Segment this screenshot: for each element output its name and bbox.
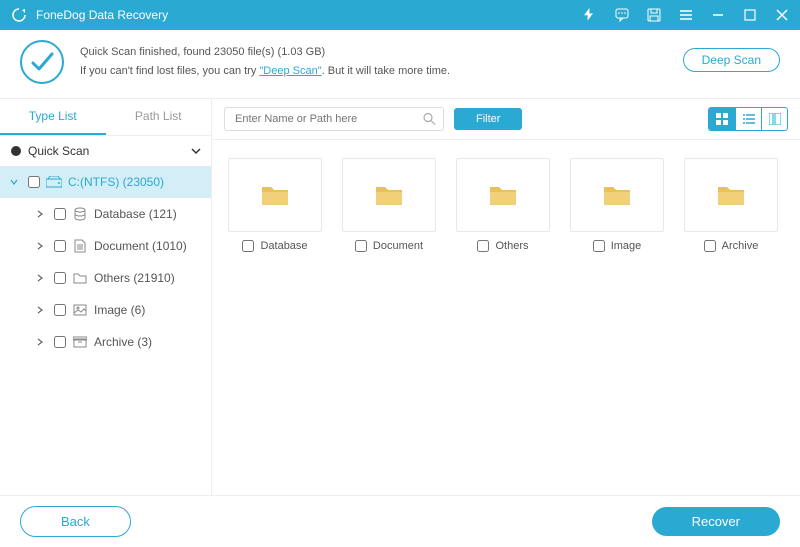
tree-item-checkbox[interactable] [54,240,66,252]
tree-item-label: Others (21910) [94,271,175,285]
folder-icon [684,158,778,232]
folder-item-image[interactable]: Image [570,158,664,252]
folder-checkbox[interactable] [242,240,254,252]
chevron-right-icon [36,338,48,346]
content-toolbar: Filter [212,99,800,140]
titlebar: FoneDog Data Recovery [0,0,800,30]
filter-button[interactable]: Filter [454,108,522,130]
maximize-button[interactable] [742,7,758,23]
view-grid-button[interactable] [709,108,735,130]
folder-item-document[interactable]: Document [342,158,436,252]
tree-root-quick-scan[interactable]: Quick Scan [0,136,211,166]
bullet-icon [10,145,22,157]
folder-checkbox[interactable] [593,240,605,252]
database-icon [72,206,88,222]
tree-item-label: Database (121) [94,207,177,221]
menu-icon[interactable] [678,7,694,23]
tree-item-checkbox[interactable] [54,208,66,220]
footer: Back Recover [0,495,800,547]
tree-item-database[interactable]: Database (121) [0,198,211,230]
chevron-right-icon [36,306,48,314]
search-icon [423,113,436,126]
tree-item-image[interactable]: Image (6) [0,294,211,326]
folder-item-others[interactable]: Others [456,158,550,252]
tree-item-checkbox[interactable] [54,336,66,348]
minimize-button[interactable] [710,7,726,23]
app-logo-icon [10,6,28,24]
chevron-right-icon [36,210,48,218]
tree-item-archive[interactable]: Archive (3) [0,326,211,358]
app-title: FoneDog Data Recovery [36,8,582,22]
folder-icon [570,158,664,232]
tree-item-checkbox[interactable] [54,272,66,284]
folder-item-archive[interactable]: Archive [684,158,778,252]
image-icon [72,302,88,318]
chevron-right-icon [36,242,48,250]
drive-icon [46,174,62,190]
scan-hint-line: If you can't find lost files, you can tr… [80,62,450,81]
tab-path-list[interactable]: Path List [106,99,212,135]
deep-scan-link[interactable]: "Deep Scan" [259,65,321,77]
view-list-button[interactable] [735,108,761,130]
folder-icon [456,158,550,232]
document-icon [72,238,88,254]
search-input[interactable] [224,107,444,131]
tree-item-label: Archive (3) [94,335,152,349]
folder-checkbox[interactable] [477,240,489,252]
view-mode-toggle [708,107,788,131]
chevron-right-icon [36,274,48,282]
folder-item-database[interactable]: Database [228,158,322,252]
tree-drive-c[interactable]: C:(NTFS) (23050) [0,166,211,198]
feedback-icon[interactable] [614,7,630,23]
share-icon[interactable] [582,7,598,23]
scan-summary-line: Quick Scan finished, found 23050 file(s)… [80,43,450,62]
chevron-down-icon [191,146,201,156]
tree-item-document[interactable]: Document (1010) [0,230,211,262]
back-button[interactable]: Back [20,506,131,537]
save-icon[interactable] [646,7,662,23]
scan-complete-icon [20,40,64,84]
folder-label: Database [260,240,307,252]
scan-status-banner: Quick Scan finished, found 23050 file(s)… [0,30,800,99]
tree-root-label: Quick Scan [28,144,89,158]
folder-grid: Database Document Others Image Archive [212,140,800,270]
drive-label: C:(NTFS) (23050) [68,175,164,189]
folder-label: Archive [722,240,759,252]
folder-icon [228,158,322,232]
recover-button[interactable]: Recover [652,507,780,536]
folder-checkbox[interactable] [355,240,367,252]
view-detail-button[interactable] [761,108,787,130]
drive-checkbox[interactable] [28,176,40,188]
folder-label: Image [611,240,642,252]
tree-item-label: Document (1010) [94,239,187,253]
tree-item-others[interactable]: Others (21910) [0,262,211,294]
deep-scan-button[interactable]: Deep Scan [683,48,780,72]
folder-icon [72,270,88,286]
chevron-down-icon [10,178,22,186]
close-button[interactable] [774,7,790,23]
sidebar: Type List Path List Quick Scan C:(NTFS) … [0,99,212,495]
folder-label: Document [373,240,423,252]
archive-icon [72,334,88,350]
tree-item-label: Image (6) [94,303,145,317]
folder-checkbox[interactable] [704,240,716,252]
folder-label: Others [495,240,528,252]
tab-type-list[interactable]: Type List [0,99,106,135]
tree-item-checkbox[interactable] [54,304,66,316]
folder-icon [342,158,436,232]
